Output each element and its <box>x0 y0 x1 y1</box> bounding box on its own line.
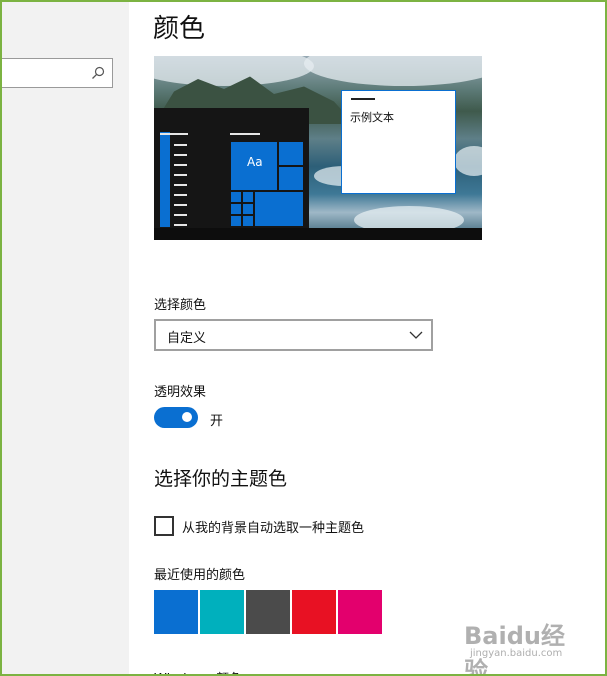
recent-color-swatch[interactable] <box>200 590 244 634</box>
preview-tiles: Aa <box>229 140 307 226</box>
recent-colors-label: 最近使用的颜色 <box>154 568 246 583</box>
search-input[interactable] <box>2 58 113 88</box>
auto-pick-label: 从我的背景自动选取一种主题色 <box>182 521 365 536</box>
preview-app-list <box>160 132 170 227</box>
choose-color-dropdown[interactable]: 自定义 <box>154 319 433 351</box>
recent-color-swatch[interactable] <box>292 590 336 634</box>
choose-color-value: 自定义 <box>167 331 207 346</box>
theme-preview: Aa 示例文本 <box>154 56 482 240</box>
preview-sample-window: 示例文本 <box>341 90 456 194</box>
page-title: 颜色 <box>153 14 206 44</box>
watermark-brand: Baidu经验 <box>464 622 565 676</box>
choose-color-label: 选择颜色 <box>154 298 207 313</box>
chevron-down-icon <box>409 331 423 339</box>
auto-pick-checkbox[interactable] <box>154 516 174 536</box>
recent-color-swatch[interactable] <box>154 590 198 634</box>
sidebar <box>2 2 129 674</box>
transparency-label: 透明效果 <box>154 385 207 400</box>
search-icon[interactable] <box>90 65 106 81</box>
toggle-knob <box>182 412 192 422</box>
preview-sample-text: 示例文本 <box>350 111 394 124</box>
accent-section-title: 选择你的主题色 <box>154 468 288 490</box>
preview-start-menu: Aa <box>154 108 309 228</box>
windows-colors-label: Windows 颜色 <box>154 668 242 674</box>
transparency-state: 开 <box>210 414 224 429</box>
window-frame: 颜色 Aa 示例文本 选择颜色 自定义 透明效果 开 选择你的主题色 从我的背景… <box>0 0 607 676</box>
recent-color-swatch[interactable] <box>338 590 382 634</box>
transparency-toggle[interactable] <box>154 407 198 428</box>
recent-color-swatch[interactable] <box>246 590 290 634</box>
preview-tile-text: Aa <box>247 155 263 169</box>
watermark-url: jingyan.baidu.com <box>470 648 563 659</box>
preview-taskbar <box>154 228 482 240</box>
baidu-watermark: Baidu经验 jingyan.baidu.com <box>464 610 586 674</box>
